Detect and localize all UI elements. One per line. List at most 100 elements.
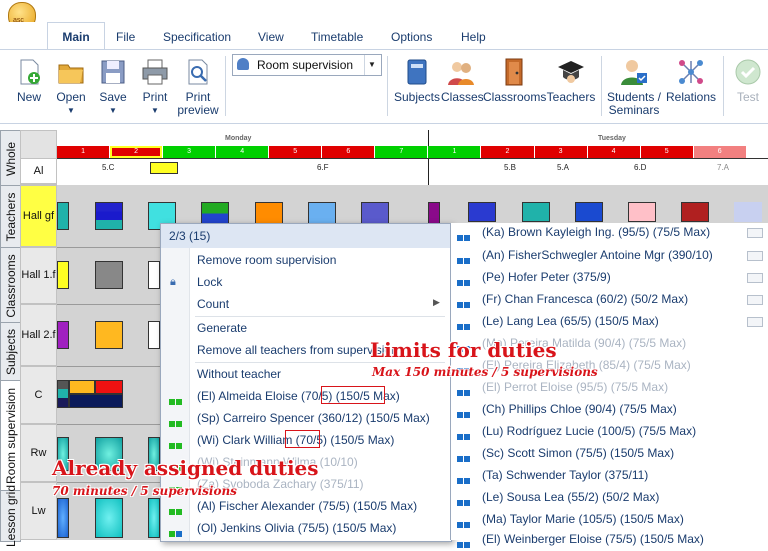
menu-item-without-teacher[interactable]: Without teacher xyxy=(197,367,281,381)
door-icon xyxy=(505,58,523,86)
class-label: 7.A xyxy=(717,163,730,172)
supervision-cell[interactable] xyxy=(575,202,603,222)
availability-dots-icon xyxy=(457,319,473,330)
status-icon xyxy=(747,295,763,305)
class-label: 5.C xyxy=(102,163,115,172)
menu-item-count[interactable]: Count xyxy=(197,297,229,311)
supervision-cell[interactable] xyxy=(95,498,123,538)
supervision-cell[interactable] xyxy=(57,202,69,230)
status-icon xyxy=(747,273,763,283)
row-hall-1f[interactable]: Hall 1.f xyxy=(20,247,57,304)
supervision-cell[interactable] xyxy=(468,202,496,222)
side-tab-whole[interactable]: Whole xyxy=(0,130,21,187)
period-number: 2 xyxy=(110,146,163,158)
class-label: 6.D xyxy=(634,163,647,172)
supervision-cell[interactable] xyxy=(681,202,709,222)
menu-item-remove-all-teachers[interactable]: Remove all teachers from supervision xyxy=(197,343,398,357)
supervision-icon xyxy=(237,58,249,70)
teacher-list-item[interactable]: (El) Weinberger Eloise (75/5) (150/5 Max… xyxy=(482,532,704,546)
side-tab-lesson-grid[interactable]: Lesson grid xyxy=(0,485,21,547)
supervision-cell[interactable] xyxy=(148,261,160,289)
tab-options[interactable]: Options xyxy=(391,30,432,44)
tab-view[interactable]: View xyxy=(258,30,284,44)
supervision-cell[interactable] xyxy=(57,261,69,289)
supervision-cell[interactable] xyxy=(69,380,95,394)
supervision-cell[interactable] xyxy=(69,394,123,408)
relations-button[interactable]: Relations xyxy=(664,50,718,123)
availability-dots-icon xyxy=(457,537,473,548)
teacher-list-item[interactable]: (Pe) Hofer Peter (375/9) xyxy=(482,270,611,284)
menu-item-lock[interactable]: Lock xyxy=(197,275,222,289)
print-button[interactable]: Print ▼ xyxy=(136,50,174,123)
students-seminars-button[interactable]: Students / Seminars xyxy=(605,50,663,123)
day-label-monday: Monday xyxy=(225,135,252,142)
availability-dots-icon xyxy=(169,504,183,515)
availability-dots-icon xyxy=(457,451,473,462)
teacher-list-item[interactable]: (Lu) Rodríguez Lucie (100/5) (75/5 Max) xyxy=(482,424,696,438)
supervision-cell[interactable] xyxy=(95,202,123,230)
teacher-list-item[interactable]: (Fr) Chan Francesca (60/2) (50/2 Max) xyxy=(482,292,688,306)
tab-specification[interactable]: Specification xyxy=(163,30,231,44)
teacher-list-item[interactable]: (Sc) Scott Simon (75/5) (150/5 Max) xyxy=(482,446,674,460)
classes-button[interactable]: Classes xyxy=(441,50,484,123)
side-tab-teachers[interactable]: Teachers xyxy=(0,185,21,249)
menu-item-teacher[interactable]: (Ol) Jenkins Olivia (75/5) (150/5 Max) xyxy=(197,521,396,535)
period-header: 1234567123456 xyxy=(57,146,768,158)
menu-item-generate[interactable]: Generate xyxy=(197,321,247,335)
open-button[interactable]: Open ▼ xyxy=(50,50,92,123)
teacher-list-item[interactable]: (Ch) Phillips Chloe (90/4) (75/5 Max) xyxy=(482,402,677,416)
side-tab-subjects[interactable]: Subjects xyxy=(0,322,21,382)
side-tab-classrooms[interactable]: Classrooms xyxy=(0,247,21,324)
menu-item-remove-supervision[interactable]: Remove room supervision xyxy=(197,253,336,267)
tab-help[interactable]: Help xyxy=(461,30,486,44)
class-label: 5.A xyxy=(557,163,570,172)
context-menu-title: 2/3 (15) xyxy=(161,224,451,248)
tab-main[interactable]: Main xyxy=(47,22,105,51)
teacher-list-item[interactable]: (Ka) Brown Kayleigh Ing. (95/5) (75/5 Ma… xyxy=(482,225,710,239)
print-label: Print xyxy=(142,90,168,104)
supervision-cell[interactable] xyxy=(522,202,550,222)
supervision-cell[interactable] xyxy=(148,498,160,538)
availability-dots-icon xyxy=(457,275,473,286)
view-select[interactable]: Room supervision ▼ xyxy=(232,54,382,76)
menu-item-teacher[interactable]: (Al) Fischer Alexander (75/5) (150/5 Max… xyxy=(197,499,417,513)
teacher-list-item[interactable]: (Ta) Schwender Taylor (375/11) xyxy=(482,468,648,482)
classrooms-button[interactable]: Classrooms xyxy=(483,50,546,123)
supervision-cell[interactable] xyxy=(95,321,123,349)
availability-dots-icon xyxy=(457,517,473,528)
supervision-cell[interactable] xyxy=(95,261,123,289)
side-tab-room-supervision[interactable]: Room supervision xyxy=(0,380,21,492)
supervision-cell[interactable] xyxy=(628,202,656,222)
tab-file[interactable]: File xyxy=(116,30,135,44)
row-hall-2f[interactable]: Hall 2.f xyxy=(20,304,57,366)
book-icon xyxy=(407,59,427,85)
teacher-list-item[interactable]: (Ma) Taylor Marie (105/5) (150/5 Max) xyxy=(482,512,684,526)
supervision-cell[interactable] xyxy=(57,321,69,349)
period-number: 1 xyxy=(57,146,110,158)
tab-timetable[interactable]: Timetable xyxy=(311,30,363,44)
supervision-cell[interactable] xyxy=(734,202,762,222)
supervision-cell[interactable] xyxy=(95,380,123,394)
subjects-button[interactable]: Subjects xyxy=(393,50,441,123)
teacher-list-item[interactable]: (El) Perrot Eloise (95/5) (75/5 Max) xyxy=(482,380,668,394)
new-button[interactable]: New xyxy=(10,50,48,123)
class-label: 5.B xyxy=(504,163,517,172)
row-hall-gf[interactable]: Hall gf xyxy=(20,185,57,247)
save-button[interactable]: Save ▼ xyxy=(94,50,132,123)
supervision-cell[interactable] xyxy=(148,321,160,349)
menu-item-teacher[interactable]: (Sp) Carreiro Spencer (360/12) (150/5 Ma… xyxy=(197,411,430,425)
row-c[interactable]: C xyxy=(20,366,57,424)
teacher-list-item[interactable]: (Le) Sousa Lea (55/2) (50/2 Max) xyxy=(482,490,659,504)
print-preview-button[interactable]: Print preview xyxy=(176,50,220,123)
supervision-cell[interactable] xyxy=(57,380,69,408)
annotation-limits-title: Limits for duties xyxy=(370,338,557,362)
teacher-list-item[interactable]: (Le) Lang Lea (65/5) (150/5 Max) xyxy=(482,314,659,328)
student-icon xyxy=(621,60,647,85)
printer-icon xyxy=(142,59,168,85)
teachers-button[interactable]: Teachers xyxy=(546,50,596,123)
chevron-down-icon: ▼ xyxy=(364,55,379,75)
test-button[interactable]: Test xyxy=(728,50,768,123)
teacher-list-item[interactable]: (An) FisherSchwegler Antoine Mgr (390/10… xyxy=(482,248,713,262)
supervision-cell[interactable] xyxy=(57,498,69,538)
class-marker xyxy=(150,162,178,174)
